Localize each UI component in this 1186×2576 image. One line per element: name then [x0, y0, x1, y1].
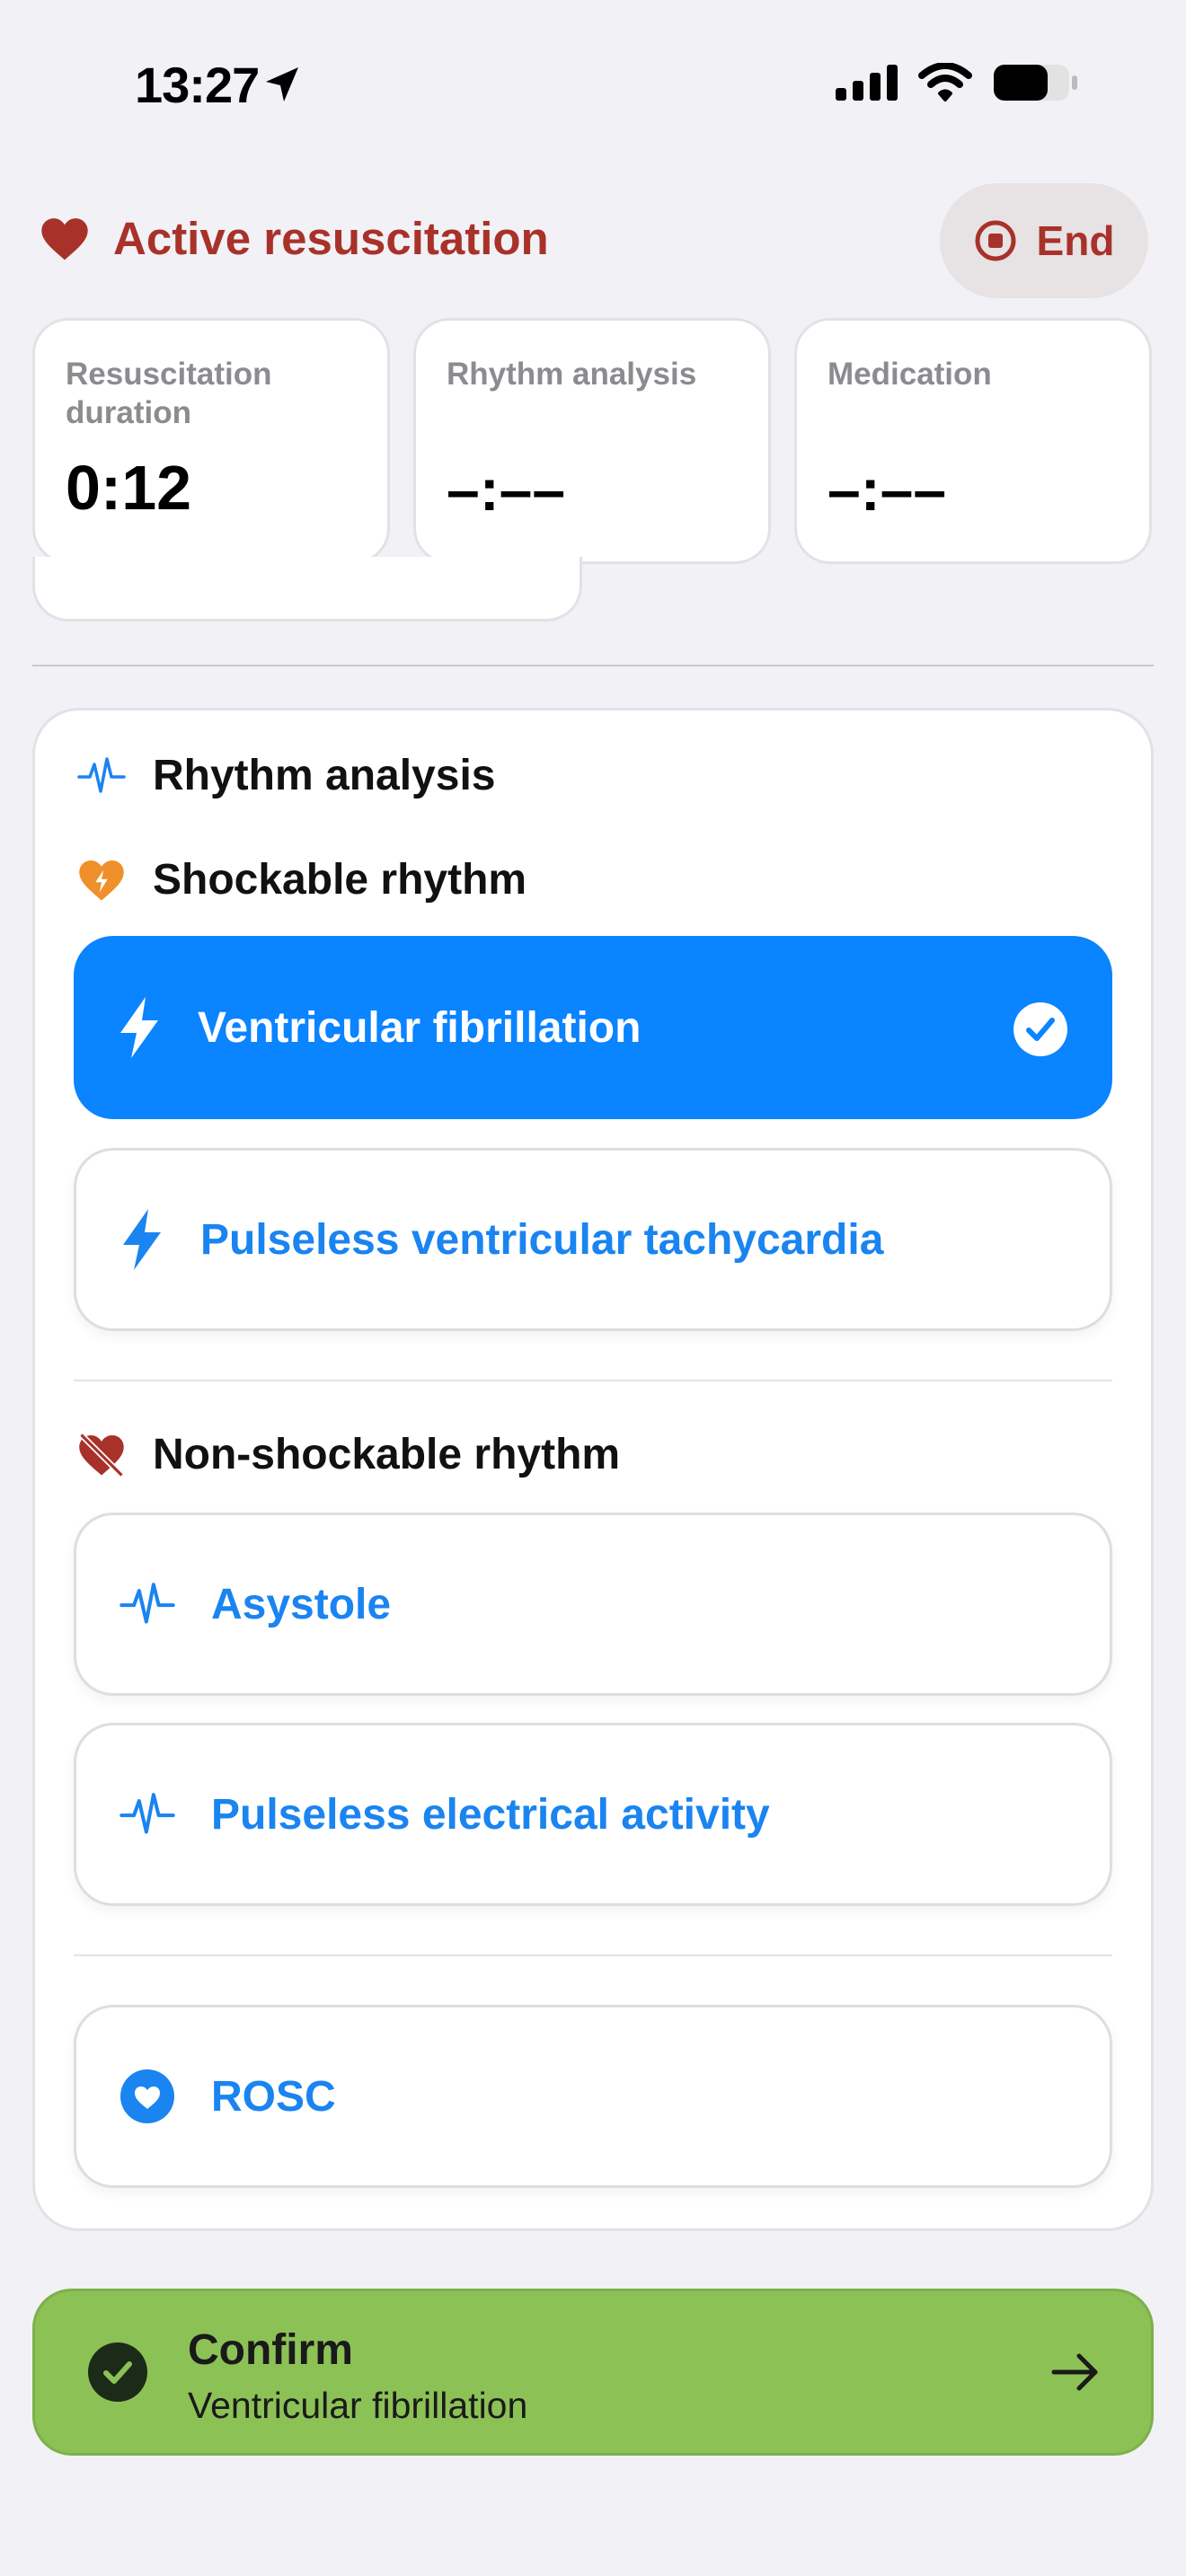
arrow-right-icon	[1051, 2353, 1098, 2391]
time-text: 13:27	[135, 57, 260, 113]
non-shockable-heading-text: Non-shockable rhythm	[153, 1431, 621, 1478]
page-title: Active resuscitation	[40, 212, 549, 265]
confirm-selection: Ventricular fibrillation	[188, 2385, 528, 2426]
location-arrow-icon	[266, 66, 299, 101]
option-rosc[interactable]: ROSC	[74, 2005, 1112, 2188]
option-pulseless-vt[interactable]: Pulseless ventricular tachycardia	[74, 1148, 1112, 1331]
option-label: Ventricular fibrillation	[198, 1003, 642, 1052]
stat-value: 0:12	[66, 453, 192, 523]
bolt-icon	[123, 1209, 161, 1270]
option-label: Asystole	[211, 1580, 392, 1628]
stat-card-duration: Resuscitation duration 0:12	[32, 318, 390, 564]
heart-bolt-icon	[79, 860, 124, 900]
end-label: End	[1036, 217, 1115, 264]
shockable-heading-text: Shockable rhythm	[153, 856, 527, 904]
stat-value: –:––	[828, 456, 947, 523]
option-label: Pulseless electrical activity	[211, 1790, 770, 1839]
end-button[interactable]: End	[940, 183, 1148, 298]
title-text: Active resuscitation	[113, 213, 549, 264]
waveform-icon	[77, 756, 126, 793]
heart-slash-icon	[79, 1432, 124, 1478]
stat-label: Medication	[828, 357, 992, 392]
confirm-button[interactable]: Confirm Ventricular fibrillation	[32, 2289, 1154, 2456]
option-ventricular-fibrillation[interactable]: Ventricular fibrillation	[74, 936, 1112, 1119]
option-pea[interactable]: Pulseless electrical activity	[74, 1723, 1112, 1906]
stop-circle-icon	[975, 220, 1016, 261]
shockable-heading: Shockable rhythm	[77, 855, 527, 904]
waveform-icon	[119, 1793, 175, 1834]
partial-card	[32, 557, 582, 622]
panel-title-text: Rhythm analysis	[153, 752, 496, 799]
stat-card-rhythm-analysis: Rhythm analysis –:––	[413, 318, 771, 564]
checkmark-circle-icon	[1013, 1002, 1067, 1056]
separator	[74, 1954, 1112, 1956]
stat-label: Resuscitation duration	[66, 357, 272, 430]
status-indicators	[836, 63, 1078, 102]
heart-circle-icon	[120, 2069, 174, 2123]
battery-icon	[994, 65, 1077, 101]
stat-label: Rhythm analysis	[447, 357, 697, 392]
stat-value: –:––	[447, 456, 566, 523]
checkmark-circle-icon	[88, 2342, 147, 2402]
cellular-signal-icon	[836, 65, 898, 101]
option-label: ROSC	[211, 2072, 336, 2121]
panel-title: Rhythm analysis	[77, 751, 495, 800]
divider	[32, 665, 1154, 666]
stat-card-medication: Medication –:––	[794, 318, 1152, 564]
option-label: Pulseless ventricular tachycardia	[200, 1215, 884, 1264]
option-asystole[interactable]: Asystole	[74, 1513, 1112, 1696]
bolt-icon	[120, 997, 158, 1058]
wifi-icon	[918, 63, 972, 101]
non-shockable-heading: Non-shockable rhythm	[77, 1430, 620, 1479]
status-time: 13:27	[135, 56, 300, 114]
waveform-icon	[119, 1583, 175, 1624]
confirm-label: Confirm	[188, 2326, 353, 2374]
separator	[74, 1380, 1112, 1381]
heart-icon	[41, 217, 88, 260]
